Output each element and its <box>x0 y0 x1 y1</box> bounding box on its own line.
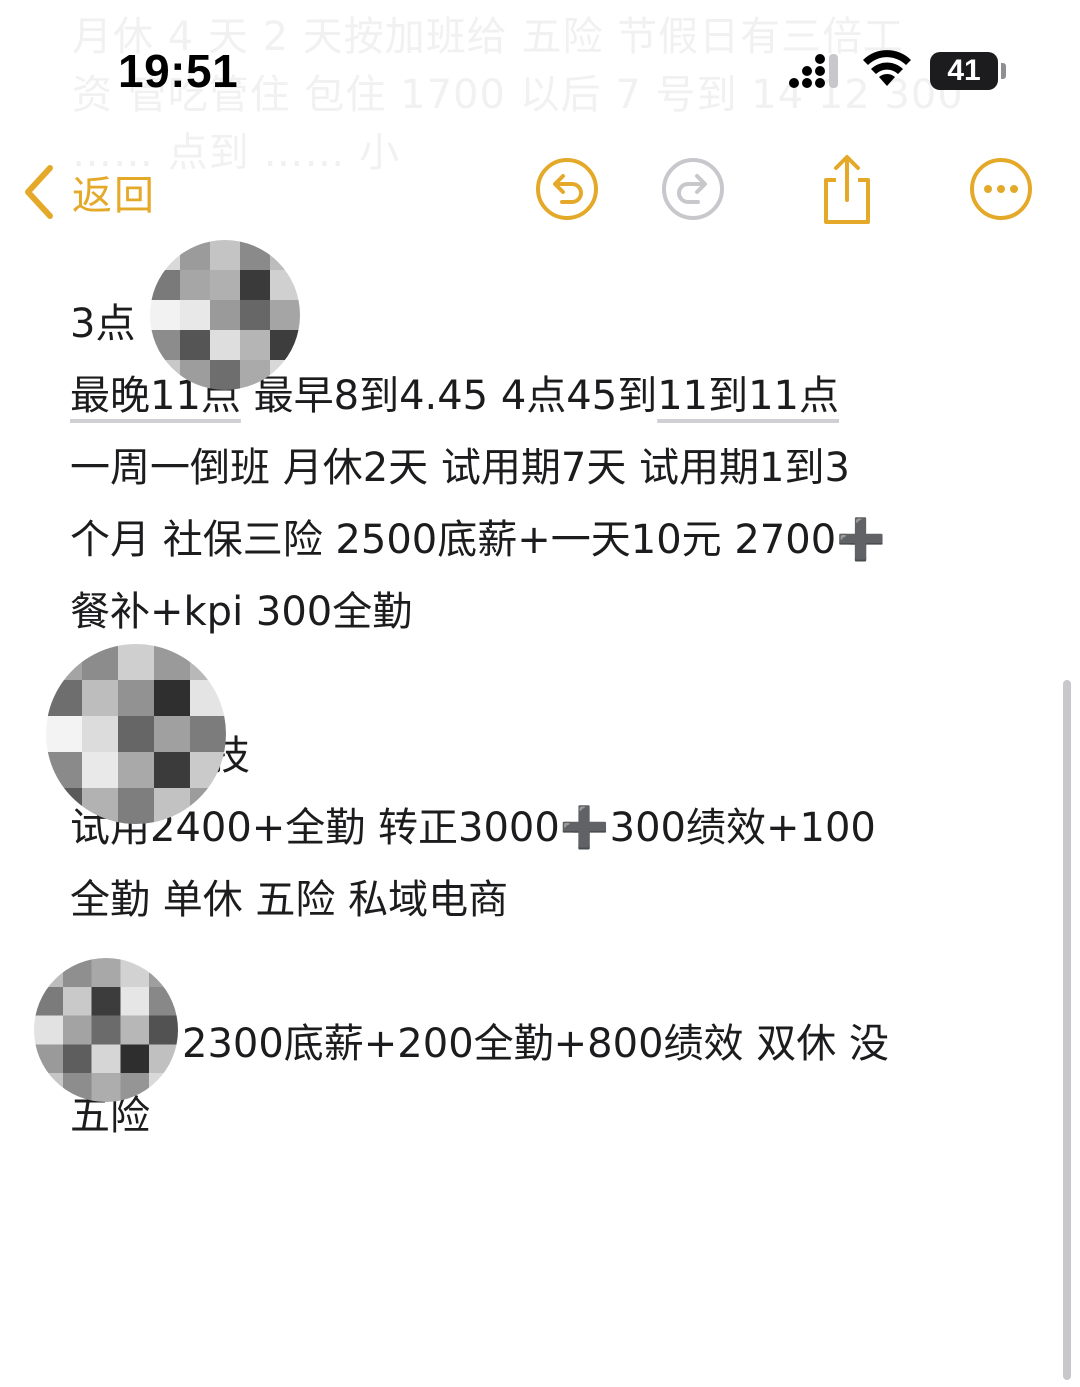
battery-icon: 41 <box>930 52 998 90</box>
wifi-icon <box>863 50 911 86</box>
privacy-mosaic <box>34 958 178 1102</box>
undo-icon[interactable] <box>532 154 602 224</box>
note-line: 五险 <box>70 1093 150 1139</box>
status-bar: 19:51 41 <box>0 0 1080 140</box>
underlined-text: 11到11点 <box>657 373 839 419</box>
back-label: 返回 <box>72 173 156 219</box>
note-line: 一周一倒班 月休2天 试用期7天 试用期1到3 <box>70 445 850 491</box>
privacy-mosaic <box>150 240 300 390</box>
redo-icon[interactable] <box>658 154 728 224</box>
privacy-mosaic <box>46 644 226 824</box>
note-line: 2300底薪+200全勤+800绩效 双休 没 <box>182 1021 889 1067</box>
note-text: 最早8到4.45 4点45到 <box>240 373 658 419</box>
cellular-signal-icon <box>789 54 838 88</box>
share-icon[interactable] <box>812 150 882 230</box>
scrollbar[interactable] <box>1063 680 1071 1380</box>
note-line: 全勤 单休 五险 私域电商 <box>70 877 509 923</box>
note-line: 餐补+kpi 300全勤 <box>70 589 413 635</box>
more-icon[interactable] <box>966 154 1036 224</box>
back-button[interactable]: 返回 <box>22 160 156 224</box>
notes-toolbar: 返回 <box>0 140 1080 240</box>
note-line: 个月 社保三险 2500底薪+一天10元 2700➕ <box>70 517 886 563</box>
battery-tip <box>1001 63 1006 79</box>
chevron-left-icon <box>25 165 53 219</box>
clock: 19:51 <box>118 45 239 97</box>
note-line: 试用2400+全勤 转正3000➕300绩效+100 <box>70 805 876 851</box>
